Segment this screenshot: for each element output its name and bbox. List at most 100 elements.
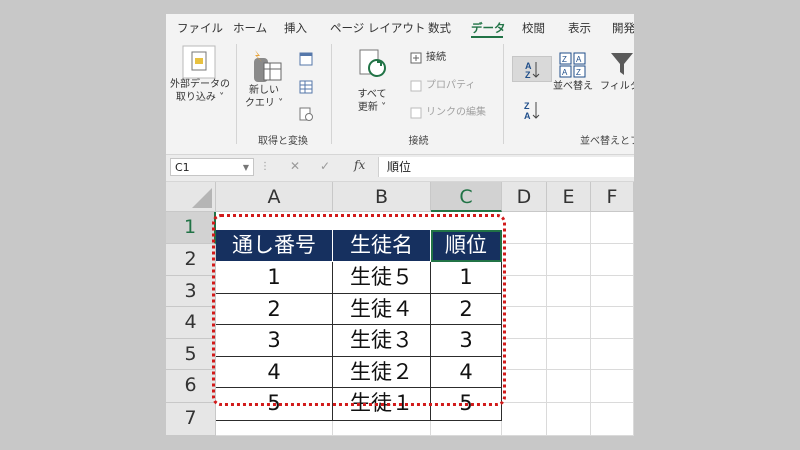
- cell-f6[interactable]: [591, 370, 634, 403]
- cell-e2[interactable]: [547, 244, 591, 276]
- tab-developer[interactable]: 開発: [612, 20, 634, 36]
- insert-function-icon[interactable]: fx: [354, 158, 365, 172]
- cell-e4[interactable]: [547, 307, 591, 339]
- cell-d4[interactable]: [502, 307, 547, 339]
- cell-f4[interactable]: [591, 307, 634, 339]
- external-data-button[interactable]: 外部データの 取り込み ˅: [170, 78, 230, 104]
- table-cell[interactable]: 4: [216, 357, 333, 388]
- column-header-f[interactable]: F: [591, 182, 634, 212]
- cell-e1[interactable]: [547, 212, 591, 244]
- name-box[interactable]: C1 ▼: [170, 158, 254, 176]
- sort-icon[interactable]: Z A A Z: [559, 52, 587, 78]
- ribbon-tabs: ファイル ホーム 挿入 ページ レイアウト 数式 データ 校閲 表示 開発: [166, 14, 634, 40]
- svg-text:A: A: [576, 55, 582, 64]
- cell-f3[interactable]: [591, 276, 634, 307]
- tab-view[interactable]: 表示: [568, 20, 591, 36]
- sort-descending-icon[interactable]: Z A: [522, 98, 544, 122]
- filter-button[interactable]: フィルター: [600, 80, 634, 93]
- cell-e3[interactable]: [547, 276, 591, 307]
- table-cell[interactable]: 4: [431, 357, 502, 388]
- cell-d5[interactable]: [502, 339, 547, 370]
- column-header-d[interactable]: D: [502, 182, 547, 212]
- row-header-5[interactable]: 5: [166, 339, 216, 370]
- row-header-6[interactable]: 6: [166, 370, 216, 403]
- recent-sources-icon[interactable]: [299, 107, 313, 121]
- external-data-label-2: 取り込み ˅: [175, 92, 225, 103]
- refresh-all-button[interactable]: すべて 更新 ˅: [350, 88, 394, 114]
- row-header-3[interactable]: 3: [166, 276, 216, 307]
- chevron-down-icon[interactable]: ▼: [243, 159, 249, 177]
- table-cell[interactable]: 生徒５: [333, 262, 431, 294]
- from-table-icon[interactable]: [299, 80, 313, 94]
- sort-button[interactable]: 並べ替え: [551, 80, 595, 93]
- external-data-icon[interactable]: [182, 45, 216, 79]
- table-header-rank[interactable]: 順位: [431, 230, 502, 262]
- cell-e5[interactable]: [547, 339, 591, 370]
- column-header-e[interactable]: E: [547, 182, 591, 212]
- cell-f2[interactable]: [591, 244, 634, 276]
- table-cell[interactable]: 1: [216, 262, 333, 294]
- new-query-button[interactable]: 新しい クエリ ˅: [242, 84, 286, 110]
- ribbon: ファイル ホーム 挿入 ページ レイアウト 数式 データ 校閲 表示 開発 外部…: [166, 14, 634, 154]
- row-header-2[interactable]: 2: [166, 244, 216, 276]
- cell-d1[interactable]: [502, 212, 547, 244]
- table-cell[interactable]: 生徒３: [333, 325, 431, 357]
- table-cell[interactable]: 5: [216, 388, 333, 421]
- row-header-7[interactable]: 7: [166, 403, 216, 436]
- cell-e6[interactable]: [547, 370, 591, 403]
- table-cell[interactable]: 生徒１: [333, 388, 431, 421]
- enter-icon[interactable]: ✓: [320, 159, 330, 173]
- group-separator: [236, 44, 237, 144]
- refresh-all-icon[interactable]: [358, 48, 388, 80]
- show-queries-icon[interactable]: [299, 52, 313, 66]
- table-header-serial[interactable]: 通し番号: [216, 230, 333, 262]
- svg-text:Z: Z: [524, 101, 530, 111]
- cell-d2[interactable]: [502, 244, 547, 276]
- table-header-student-name[interactable]: 生徒名: [333, 230, 431, 262]
- new-query-label-1: 新しい: [249, 85, 279, 96]
- cell-d3[interactable]: [502, 276, 547, 307]
- excel-window: ファイル ホーム 挿入 ページ レイアウト 数式 データ 校閲 表示 開発 外部…: [166, 14, 634, 436]
- select-all-icon: [192, 188, 212, 208]
- formula-input[interactable]: 順位: [378, 157, 634, 177]
- cancel-icon[interactable]: ✕: [290, 159, 300, 173]
- row-header-4[interactable]: 4: [166, 307, 216, 339]
- table-cell[interactable]: 5: [431, 388, 502, 421]
- table-cell[interactable]: 2: [216, 294, 333, 325]
- cell-f5[interactable]: [591, 339, 634, 370]
- table-cell[interactable]: 生徒４: [333, 294, 431, 325]
- select-all-button[interactable]: [166, 182, 216, 212]
- sort-ascending-button[interactable]: A Z: [512, 56, 552, 82]
- group-label-sort-filter: 並べ替えとフィ: [580, 136, 634, 147]
- tab-page-layout[interactable]: ページ レイアウト: [330, 20, 425, 36]
- connections-button[interactable]: 接続: [426, 51, 446, 64]
- column-header-b[interactable]: B: [333, 182, 431, 212]
- row-header-1[interactable]: 1: [166, 212, 216, 244]
- table-cell[interactable]: 3: [431, 325, 502, 357]
- tab-file[interactable]: ファイル: [177, 20, 223, 36]
- edit-links-button[interactable]: リンクの編集: [426, 106, 486, 119]
- tab-data[interactable]: データ: [471, 20, 506, 36]
- cell-f7[interactable]: [591, 403, 634, 436]
- cell-e7[interactable]: [547, 403, 591, 436]
- tab-home[interactable]: ホーム: [233, 20, 267, 36]
- connections-icon: [410, 52, 422, 64]
- table-cell[interactable]: 1: [431, 262, 502, 294]
- properties-button[interactable]: プロパティ: [426, 79, 475, 92]
- table-cell[interactable]: 3: [216, 325, 333, 357]
- column-header-a[interactable]: A: [216, 182, 333, 212]
- filter-icon[interactable]: [609, 50, 634, 78]
- table-cell[interactable]: 2: [431, 294, 502, 325]
- table-cell[interactable]: 生徒２: [333, 357, 431, 388]
- cell-d7[interactable]: [502, 403, 547, 436]
- new-query-label-2: クエリ ˅: [244, 98, 284, 109]
- cell-f1[interactable]: [591, 212, 634, 244]
- column-header-c[interactable]: C: [431, 182, 502, 212]
- group-label-get-transform: 取得と変換: [258, 136, 308, 147]
- tab-formulas[interactable]: 数式: [428, 20, 451, 36]
- cell-d6[interactable]: [502, 370, 547, 403]
- tab-insert[interactable]: 挿入: [284, 20, 307, 36]
- worksheet-grid[interactable]: A B C D E F 1 2 3 4 5 6 7 通し番号 生徒名 順位 1 …: [166, 182, 634, 436]
- tab-review[interactable]: 校閲: [522, 20, 545, 36]
- new-query-icon[interactable]: [251, 48, 283, 84]
